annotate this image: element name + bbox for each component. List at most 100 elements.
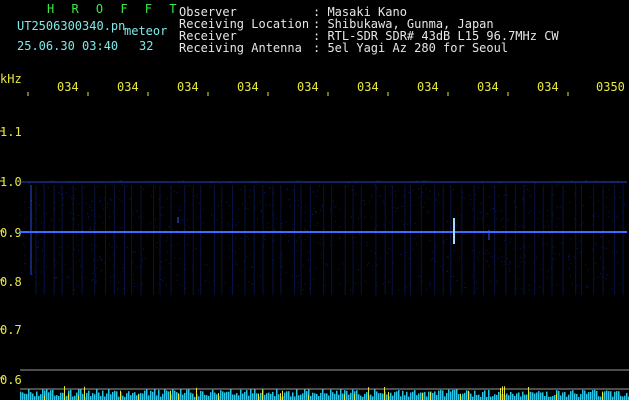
noise-pixel	[389, 193, 391, 195]
noise-pixel	[50, 180, 52, 182]
noise-pixel	[120, 227, 122, 229]
noise-pixel	[24, 245, 26, 247]
noise-pixel	[339, 283, 341, 285]
activity-bar	[404, 395, 406, 400]
noise-pixel	[423, 207, 425, 209]
noise-pixel	[321, 257, 323, 259]
activity-bar	[376, 391, 378, 400]
noise-pixel	[315, 225, 317, 227]
activity-bar	[338, 394, 340, 400]
noise-pixel	[63, 204, 65, 206]
noise-pixel	[316, 195, 318, 197]
noise-pixel	[456, 279, 458, 281]
noise-pixel	[226, 202, 228, 204]
noise-pixel	[161, 267, 163, 269]
noise-pixel	[266, 227, 268, 229]
activity-bar	[442, 390, 444, 400]
activity-bar	[46, 389, 48, 400]
noise-pixel	[129, 198, 131, 200]
noise-pixel	[91, 209, 93, 211]
noise-pixel	[595, 244, 597, 245]
noise-pixel	[557, 207, 558, 209]
noise-pixel	[471, 208, 473, 210]
noise-pixel	[155, 187, 157, 189]
noise-pixel	[487, 265, 489, 267]
noise-pixel	[522, 199, 524, 201]
noise-pixel	[364, 200, 366, 202]
noise-pixel	[210, 186, 212, 188]
noise-pixel	[95, 245, 97, 247]
noise-pixel	[305, 238, 307, 240]
noise-pixel	[109, 198, 111, 200]
noise-pixel	[123, 288, 125, 290]
noise-pixel	[561, 242, 562, 244]
activity-bar	[466, 390, 468, 400]
noise-pixel	[546, 210, 548, 212]
activity-bar	[224, 392, 226, 400]
noise-pixel	[339, 238, 340, 239]
noise-pixel	[166, 251, 168, 253]
noise-pixel	[260, 211, 262, 213]
noise-pixel	[288, 235, 290, 237]
activity-bar	[174, 390, 176, 400]
noise-pixel	[116, 246, 118, 248]
noise-pixel	[487, 225, 489, 227]
activity-bar	[584, 390, 586, 400]
noise-pixel	[552, 194, 554, 196]
activity-bar	[600, 396, 602, 400]
activity-bar	[448, 389, 450, 400]
noise-pixel	[617, 262, 619, 264]
activity-bar	[382, 393, 384, 400]
noise-pixel	[605, 278, 607, 280]
noise-pixel	[74, 289, 76, 290]
noise-pixel	[95, 267, 97, 269]
activity-bar	[86, 392, 88, 400]
noise-pixel	[218, 236, 220, 238]
noise-pixel	[34, 271, 35, 273]
activity-bar	[306, 391, 308, 400]
noise-pixel	[84, 234, 86, 236]
noise-pixel	[529, 245, 531, 247]
noise-pixel	[571, 180, 573, 182]
noise-pixel	[237, 221, 239, 223]
activity-bar	[608, 391, 610, 400]
noise-pixel	[568, 259, 570, 261]
noise-pixel	[418, 197, 420, 198]
noise-pixel	[435, 245, 437, 247]
hrofft-screen: H R O F F T UT2506300340.pn meteor 25.06…	[0, 0, 629, 400]
noise-pixel	[209, 186, 211, 188]
noise-pixel	[121, 200, 123, 202]
noise-pixel	[164, 277, 166, 279]
noise-pixel	[251, 266, 253, 268]
noise-pixel	[22, 287, 24, 289]
noise-pixel	[89, 233, 91, 235]
noise-pixel	[525, 185, 527, 187]
noise-pixel	[588, 269, 590, 271]
noise-pixel	[359, 233, 360, 235]
activity-bar	[160, 396, 162, 400]
activity-peak	[84, 386, 85, 400]
noise-pixel	[520, 256, 522, 258]
noise-pixel	[485, 260, 487, 262]
noise-pixel	[346, 185, 348, 187]
noise-pixel	[233, 250, 235, 251]
activity-bar	[96, 389, 98, 400]
noise-pixel	[78, 203, 80, 205]
noise-pixel	[118, 190, 120, 192]
noise-pixel	[36, 247, 38, 248]
noise-pixel	[75, 229, 77, 231]
noise-pixel	[400, 206, 402, 208]
noise-pixel	[74, 218, 76, 220]
noise-pixel	[85, 202, 87, 204]
activity-bar	[132, 393, 134, 400]
activity-bar	[26, 393, 28, 400]
activity-bar	[532, 392, 534, 400]
activity-bar	[204, 394, 206, 400]
noise-pixel	[475, 194, 477, 196]
activity-bar	[162, 393, 164, 400]
noise-pixel	[429, 190, 431, 192]
noise-pixel	[312, 214, 314, 215]
noise-pixel	[182, 180, 184, 182]
noise-pixel	[545, 277, 547, 279]
noise-pixel	[304, 220, 306, 222]
